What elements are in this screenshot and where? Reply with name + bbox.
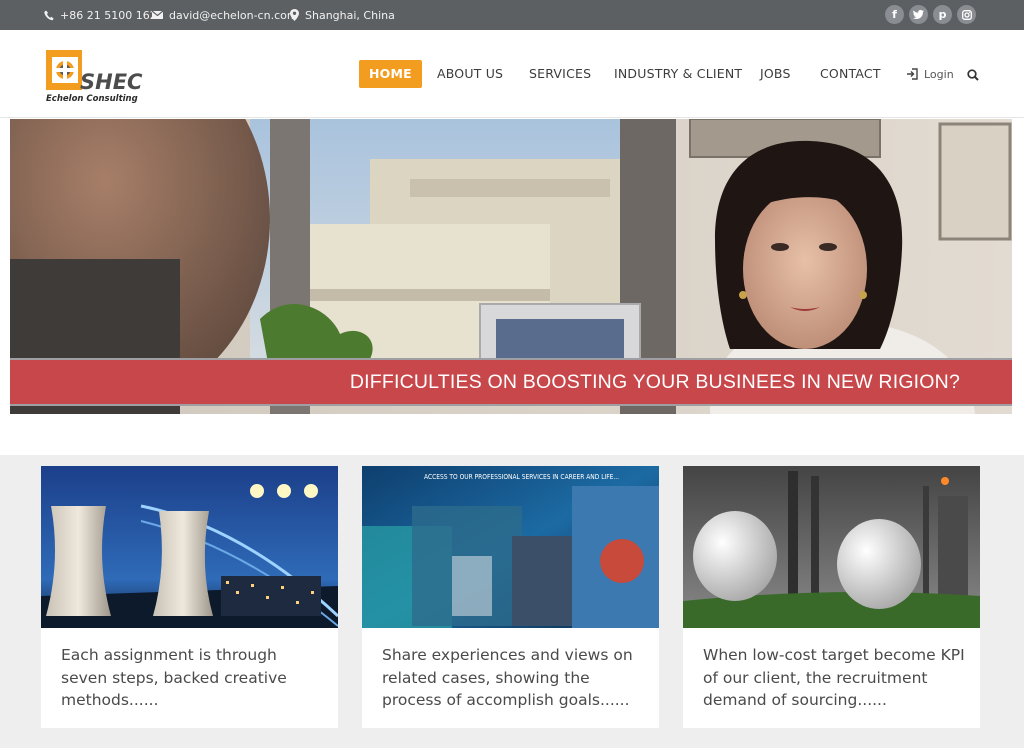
nav-jobs[interactable]: JOBS (760, 60, 791, 88)
svg-text:ACCESS TO OUR PROFESSIONAL SER: ACCESS TO OUR PROFESSIONAL SERVICES IN C… (424, 473, 619, 481)
nav-contact[interactable]: CONTACT (820, 60, 881, 88)
twitter-icon[interactable] (909, 5, 928, 24)
login-label: Login (924, 67, 954, 81)
feature-card[interactable]: Each assignment is through seven steps, … (41, 466, 338, 728)
card-text: Share experiences and views on related c… (382, 646, 633, 709)
nav-industry-client[interactable]: INDUSTRY & CLIENT (614, 60, 742, 88)
nav-about-us[interactable]: ABOUT US (437, 60, 503, 88)
main-nav: HOME ABOUT US SERVICES INDUSTRY & CLIENT… (0, 30, 1024, 118)
envelope-icon (152, 11, 163, 19)
nav-services[interactable]: SERVICES (529, 60, 591, 88)
nav-home[interactable]: HOME (359, 60, 422, 88)
pinterest-icon[interactable]: p (933, 5, 952, 24)
card-image-cooling-towers (41, 466, 338, 628)
instagram-icon[interactable] (957, 5, 976, 24)
login-link[interactable]: Login (906, 60, 954, 88)
facebook-icon[interactable]: f (885, 5, 904, 24)
email-address: david@echelon-cn.com (169, 8, 298, 22)
phone-icon (44, 10, 54, 20)
site-header: SHEC Echelon Consulting HOME ABOUT US SE… (0, 30, 1024, 118)
search-icon[interactable] (967, 66, 979, 85)
hero-slider: DIFFICULTIES ON BOOSTING YOUR BUSINEES I… (10, 119, 1012, 414)
card-image-laboratory: ACCESS TO OUR PROFESSIONAL SERVICES IN C… (362, 466, 659, 628)
top-bar: +86 21 5100 1620 david@echelon-cn.com Sh… (0, 0, 1024, 30)
feature-card[interactable]: When low-cost target become KPI of our c… (683, 466, 980, 728)
location-info: Shanghai, China (290, 0, 395, 30)
phone-number: +86 21 5100 1620 (60, 8, 164, 22)
map-pin-icon (290, 9, 299, 21)
login-icon (907, 68, 918, 80)
social-links: f p (885, 5, 976, 24)
hero-banner: DIFFICULTIES ON BOOSTING YOUR BUSINEES I… (10, 358, 1012, 406)
card-image-refinery (683, 466, 980, 628)
phone-contact[interactable]: +86 21 5100 1620 (44, 0, 164, 30)
email-contact[interactable]: david@echelon-cn.com (152, 0, 298, 30)
feature-card[interactable]: ACCESS TO OUR PROFESSIONAL SERVICES IN C… (362, 466, 659, 728)
card-text: When low-cost target become KPI of our c… (703, 646, 965, 709)
location-text: Shanghai, China (305, 8, 395, 22)
card-text: Each assignment is through seven steps, … (61, 646, 287, 709)
